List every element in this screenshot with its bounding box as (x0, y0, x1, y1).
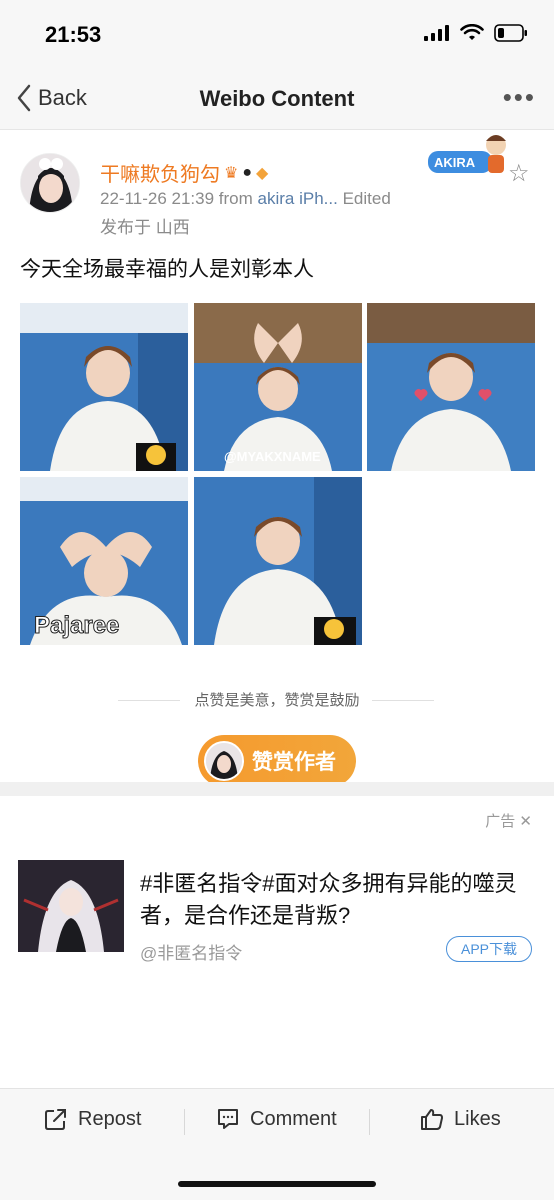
photo-3-image (367, 303, 535, 471)
ad-label-text: 广告 (485, 813, 516, 830)
repost-button[interactable]: Repost (44, 1107, 141, 1131)
more-options-icon[interactable]: ••• (503, 84, 536, 110)
post-photo-1[interactable] (20, 303, 188, 471)
app-download-button[interactable]: APP下载 (446, 936, 532, 962)
akira-badge-text: AKIRA (434, 155, 476, 170)
post-photo-3[interactable] (367, 303, 535, 471)
panda-icon: ● (242, 163, 253, 181)
likes-label: Likes (454, 1107, 501, 1130)
photo-4-image: Pajaree (20, 477, 188, 645)
post-source[interactable]: akira iPh... (258, 189, 338, 208)
crown-icon: ♛ (224, 164, 239, 182)
post-time: 22-11-26 21:39 (100, 189, 215, 208)
ad-thumbnail[interactable] (18, 860, 124, 952)
photo-5-image (194, 477, 362, 645)
action-separator (184, 1109, 185, 1135)
post-photo-5[interactable] (194, 477, 362, 645)
photo-2-caption: @MYAKXNAME (224, 449, 321, 464)
nav-bar: Back Weibo Content ••• (0, 70, 554, 130)
ad-title[interactable]: #非匿名指令#面对众多拥有异能的噬灵者，是合作还是背叛? (140, 868, 520, 932)
post-photo-4[interactable]: Pajaree (20, 477, 188, 645)
repost-icon (45, 1109, 66, 1130)
action-separator (369, 1109, 370, 1135)
status-icons (424, 24, 528, 42)
post-location: 发布于 山西 (100, 218, 190, 237)
ad-label[interactable]: 广告 ✕ (485, 810, 532, 831)
post-photo-2[interactable]: @MYAKXNAME (194, 303, 362, 471)
reward-prompt: 点赞是美意，赞赏是鼓励 (194, 692, 360, 709)
status-time: 21:53 (45, 22, 102, 47)
photo-4-caption: Pajaree (34, 612, 119, 639)
author-name-text: 干嘛欺负狗勾 (100, 164, 220, 186)
reward-author-button[interactable]: 赞赏作者 (198, 735, 356, 787)
close-icon[interactable]: ✕ (519, 813, 532, 830)
comment-button[interactable]: Comment (216, 1107, 337, 1131)
favorite-star-icon[interactable]: ☆ (508, 159, 530, 188)
comment-icon (218, 1109, 238, 1129)
home-indicator[interactable] (178, 1181, 376, 1187)
akira-badge: AKIRA (424, 131, 514, 181)
post-text: 今天全场最幸福的人是刘彰本人 (20, 258, 314, 281)
photo-2-image: @MYAKXNAME (194, 303, 362, 471)
photo-1-image (20, 303, 188, 471)
reward-button-label: 赞赏作者 (252, 751, 336, 774)
ad-card[interactable]: 广告 ✕ #非匿名指令#面对众多拥有异能的噬灵者，是合作还是背叛? @非匿名指令… (0, 796, 554, 1096)
status-bar: 21:53 (0, 0, 554, 70)
source-prefix: from (218, 189, 253, 208)
reward-avatar (204, 741, 244, 781)
cellular-signal-icon (424, 25, 449, 41)
thumbs-up-icon (421, 1109, 443, 1130)
fish-icon: ◆ (256, 164, 269, 182)
ad-source: @非匿名指令 (140, 944, 243, 963)
battery-icon (494, 24, 527, 42)
wifi-icon (460, 24, 484, 40)
post-meta: 22-11-26 21:39 from akira iPh... Edited (100, 189, 391, 209)
author-avatar[interactable] (20, 153, 80, 213)
page-title: Weibo Content (199, 86, 355, 111)
author-name[interactable]: 干嘛欺负狗勾 ♛ ● ◆ (100, 158, 268, 187)
repost-label: Repost (78, 1107, 142, 1130)
likes-button[interactable]: Likes (420, 1107, 501, 1131)
section-gap (0, 782, 554, 796)
avatar-image (21, 154, 79, 212)
comment-label: Comment (250, 1107, 337, 1130)
edited-label[interactable]: Edited (343, 189, 391, 208)
divider-line-right (372, 700, 434, 701)
